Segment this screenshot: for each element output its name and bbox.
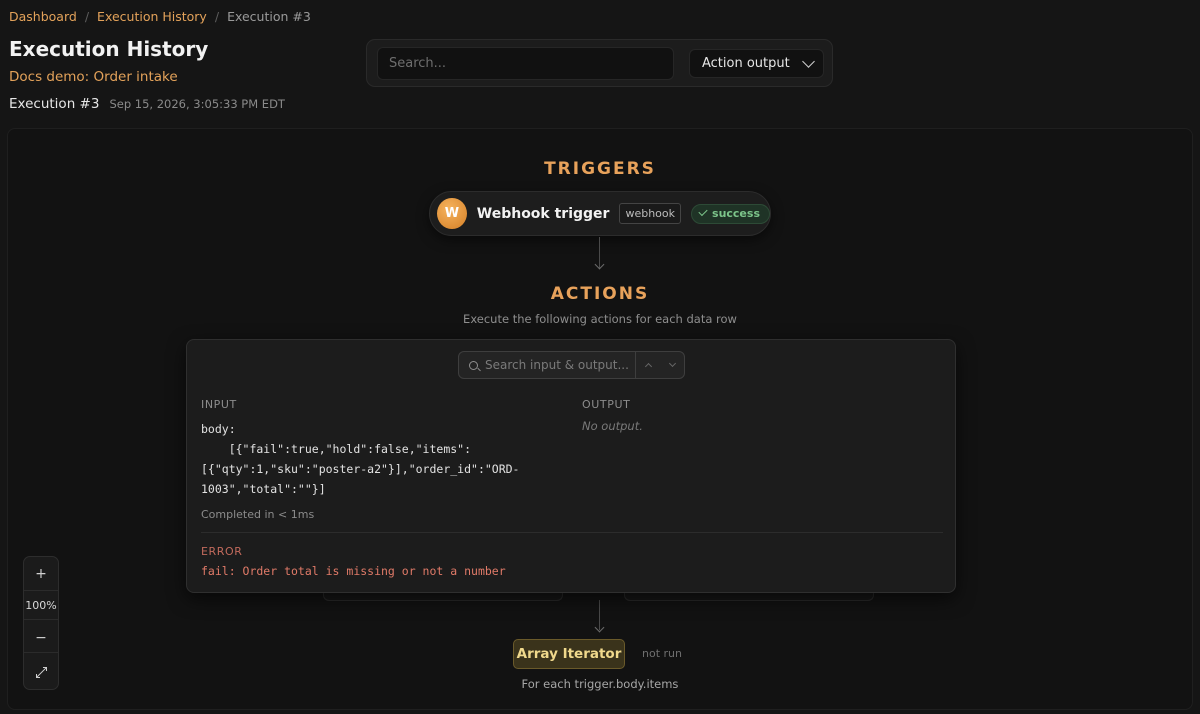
check-icon: [698, 206, 708, 217]
breadcrumb: Dashboard / Execution History / Executio…: [9, 9, 311, 24]
breadcrumb-separator: /: [214, 9, 220, 24]
search-input[interactable]: [377, 47, 674, 80]
array-iterator-node[interactable]: Array Iterator: [513, 639, 625, 669]
next-match-button[interactable]: [660, 352, 684, 378]
action-output-panel: INPUT OUTPUT body: [{"fail":true,"hold":…: [186, 339, 956, 593]
toolbar: Action output: [366, 39, 833, 87]
input-content: body: [{"fail":true,"hold":false,"items"…: [201, 422, 520, 496]
breadcrumb-execution-history-link[interactable]: Execution History: [97, 9, 207, 24]
zoom-out-button[interactable]: −: [24, 623, 58, 653]
zoom-level: 100%: [24, 590, 58, 620]
actions-subtitle: Execute the following actions for each d…: [463, 312, 737, 326]
chevron-down-icon: [802, 55, 815, 68]
execution-info: Execution #3 Sep 15, 2026, 3:05:33 PM ED…: [9, 96, 285, 112]
error-label: ERROR: [201, 545, 243, 558]
trigger-avatar: W: [437, 198, 467, 229]
zoom-controls: + 100% −: [23, 556, 59, 690]
iterator-status: not run: [642, 647, 682, 660]
breadcrumb-current: Execution #3: [227, 9, 311, 24]
status-badge: success: [691, 203, 770, 224]
breadcrumb-separator: /: [84, 9, 90, 24]
chevron-up-icon: [644, 362, 652, 371]
panel-divider: [201, 532, 943, 533]
actions-heading: ACTIONS: [550, 284, 650, 304]
previous-match-button[interactable]: [636, 352, 660, 378]
zoom-in-button[interactable]: +: [24, 559, 58, 589]
execution-timestamp: Sep 15, 2026, 3:05:33 PM EDT: [109, 97, 285, 111]
workflow-name-link[interactable]: Docs demo: Order intake: [9, 69, 178, 85]
trigger-node-webhook[interactable]: W Webhook trigger webhook success: [429, 191, 771, 236]
trigger-name: Webhook trigger: [476, 205, 610, 222]
triggers-heading: TRIGGERS: [544, 159, 656, 179]
view-select[interactable]: Action output: [689, 49, 824, 78]
trigger-kind-badge: webhook: [619, 203, 682, 224]
expand-icon: [35, 666, 47, 678]
error-message: fail: Order total is missing or not a nu…: [201, 564, 506, 578]
panel-search: [458, 351, 685, 379]
page-title: Execution History: [9, 37, 209, 61]
output-content: No output.: [582, 419, 643, 433]
output-label: OUTPUT: [582, 398, 631, 411]
search-navigation: [635, 352, 684, 378]
chevron-down-icon: [668, 359, 676, 368]
status-badge-label: success: [712, 206, 760, 220]
panel-search-input[interactable]: [478, 358, 635, 372]
completion-time: Completed in < 1ms: [201, 508, 315, 521]
execution-id: Execution #3: [9, 96, 100, 112]
breadcrumb-dashboard-link[interactable]: Dashboard: [9, 9, 77, 24]
iterator-subtitle: For each trigger.body.items: [521, 677, 679, 691]
view-select-value: Action output: [702, 56, 790, 71]
fit-view-button[interactable]: [24, 657, 58, 687]
input-label: INPUT: [201, 398, 237, 411]
search-icon: [469, 360, 478, 370]
